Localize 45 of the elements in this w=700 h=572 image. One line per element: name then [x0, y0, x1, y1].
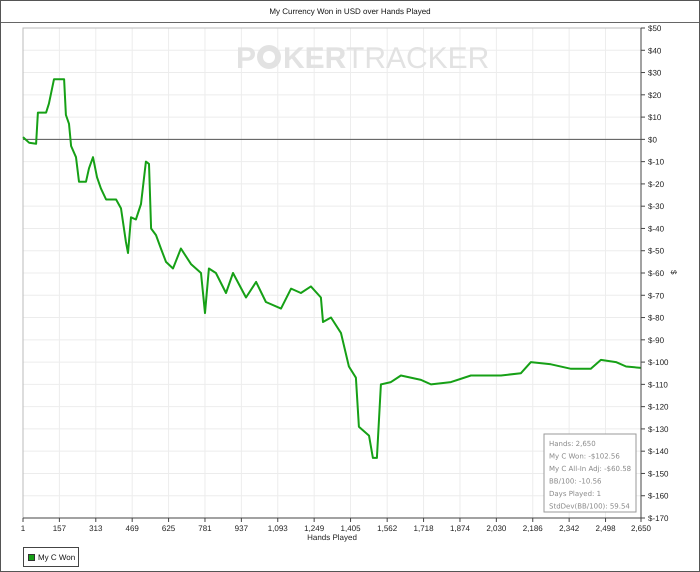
y-tick-label: $-10: [648, 158, 664, 167]
x-tick-label: 2,342: [559, 524, 580, 533]
y-tick-label: $20: [648, 90, 662, 100]
y-tick-label: $-50: [648, 246, 664, 256]
y-tick-label: $-80: [648, 314, 664, 323]
x-tick-label: 625: [162, 524, 176, 533]
y-tick-label: $50: [648, 24, 662, 33]
x-tick-label: 313: [89, 524, 102, 533]
x-tick-label: 1,562: [377, 524, 398, 533]
y-tick-label: $-160: [648, 492, 668, 501]
x-tick-label: 1: [20, 524, 26, 533]
y-tick-label: $10: [648, 113, 662, 122]
y-tick-label: $-30: [648, 202, 664, 212]
y-tick-label: $-20: [648, 180, 664, 189]
x-axis-title: Hands Played: [307, 533, 357, 542]
x-tick-label: 1,874: [450, 524, 470, 533]
x-tick-label: 2,030: [486, 524, 506, 533]
x-tick-label: 937: [234, 524, 248, 533]
y-tick-label: $-150: [648, 469, 668, 478]
x-tick-label: 1,718: [414, 524, 434, 533]
y-tick-label: $-170: [648, 514, 668, 523]
x-tick-label: 1,249: [304, 524, 324, 533]
legend-label: My C Won: [38, 552, 76, 562]
chart-title: My Currency Won in USD over Hands Played: [269, 7, 431, 16]
y-tick-label: $-110: [648, 380, 668, 390]
y-tick-label: $-140: [648, 447, 668, 456]
y-tick-label: $-90: [648, 336, 664, 345]
y-tick-label: $30: [648, 68, 662, 78]
y-tick-label: $40: [648, 46, 662, 56]
y-axis-title: $: [669, 270, 678, 274]
x-tick-label: 781: [198, 524, 212, 533]
x-tick-label: 2,186: [522, 524, 543, 533]
x-tick-label: 469: [126, 524, 139, 533]
y-tick-label: $-100: [648, 358, 668, 368]
y-tick-label: $-120: [648, 402, 668, 412]
y-tick-label: $-60: [648, 269, 664, 278]
y-tick-label: $0: [648, 135, 657, 144]
x-tick-label: 2,650: [630, 524, 652, 533]
y-tick-label: $-40: [648, 224, 664, 234]
x-tick-label: 157: [52, 524, 66, 533]
x-tick-label: 1,093: [268, 524, 288, 533]
x-tick-label: 2,498: [596, 524, 616, 533]
y-tick-label: $-130: [648, 424, 668, 434]
x-tick-label: 1,405: [340, 524, 361, 533]
y-tick-label: $-70: [648, 291, 664, 300]
